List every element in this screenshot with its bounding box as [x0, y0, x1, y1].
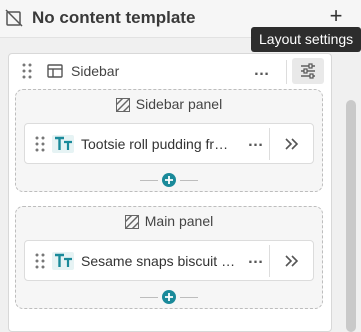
- add-block-button[interactable]: [162, 173, 176, 187]
- panel-title: Sidebar panel: [135, 96, 223, 112]
- content-block-text: Tootsie roll pudding fr…: [81, 136, 229, 152]
- panel-header: Main panel: [16, 213, 322, 231]
- card-divider: [269, 128, 270, 160]
- content-block-text: Sesame snaps biscuit …: [81, 253, 236, 269]
- more-options-icon[interactable]: …: [244, 251, 268, 272]
- hatch-icon: [124, 214, 140, 230]
- panel-title: Main panel: [144, 213, 214, 229]
- layout-settings-button[interactable]: [292, 58, 324, 84]
- hatch-icon: [115, 97, 131, 113]
- scrollbar-thumb[interactable]: [346, 100, 356, 332]
- drag-handle-icon[interactable]: [35, 253, 45, 269]
- more-options-icon[interactable]: …: [244, 134, 268, 155]
- plus-icon: [165, 293, 173, 301]
- text-type-icon: [52, 135, 74, 153]
- add-block-button[interactable]: [162, 290, 176, 304]
- sidebar-block-header: Sidebar …: [9, 54, 331, 88]
- sidebar-label: Sidebar: [71, 63, 120, 79]
- settings-sliders-icon: [301, 63, 315, 79]
- add-divider-line: [180, 297, 198, 298]
- template-title: No content template: [32, 8, 196, 27]
- add-button[interactable]: +: [326, 5, 346, 28]
- layout-icon: [47, 64, 63, 78]
- main-panel: Main panel Sesame snaps biscuit … …: [15, 206, 323, 309]
- template-slash-icon: [5, 9, 23, 27]
- layout-settings-tooltip: Layout settings: [251, 27, 361, 52]
- content-block-card[interactable]: Sesame snaps biscuit … …: [24, 240, 314, 281]
- sidebar-panel: Sidebar panel Tootsie roll pudding fr… …: [15, 89, 323, 192]
- add-divider-line: [140, 180, 158, 181]
- double-chevron-right-icon[interactable]: [281, 136, 301, 152]
- sidebar-layout-block: Sidebar … Sidebar panel Tootsie roll pud…: [8, 53, 332, 332]
- add-block-row: [140, 290, 198, 304]
- layout-content: Sidebar … Sidebar panel Tootsie roll pud…: [0, 39, 343, 332]
- add-block-row: [140, 173, 198, 187]
- double-chevron-right-icon[interactable]: [281, 253, 301, 269]
- text-type-icon: [52, 252, 74, 270]
- more-options-icon[interactable]: …: [250, 63, 274, 84]
- panel-header: Sidebar panel: [16, 96, 322, 114]
- content-block-card[interactable]: Tootsie roll pudding fr… …: [24, 123, 314, 164]
- plus-icon: [165, 176, 173, 184]
- drag-handle-icon[interactable]: [22, 63, 32, 79]
- header-divider: [286, 60, 287, 84]
- add-divider-line: [140, 297, 158, 298]
- drag-handle-icon[interactable]: [35, 136, 45, 152]
- add-divider-line: [180, 180, 198, 181]
- card-divider: [269, 245, 270, 277]
